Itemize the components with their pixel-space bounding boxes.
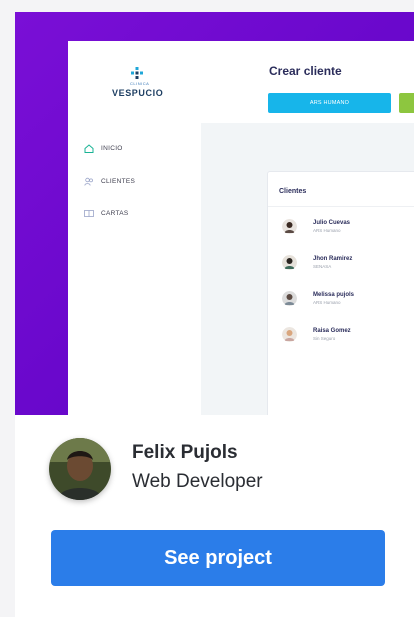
app-preview: CLINICA VESPUCIO INICIO CLIENTES CARTAS … <box>68 41 414 415</box>
divider <box>268 206 414 207</box>
client-name: Jhon Ramirez <box>313 256 353 262</box>
client-insurer: SENASA <box>313 264 332 269</box>
ars-humano-button[interactable]: ARS HUMANO <box>268 93 391 113</box>
clinic-logo-icon <box>131 67 143 79</box>
developer-role: Web Developer <box>132 471 263 492</box>
button-label: See project <box>164 546 272 569</box>
nav-item-cartas[interactable]: CARTAS <box>84 207 129 219</box>
cards-icon <box>84 209 94 217</box>
client-insurer: ARS Humano <box>313 228 341 233</box>
project-screenshot: CLINICA VESPUCIO INICIO CLIENTES CARTAS … <box>15 12 414 415</box>
nav-item-label: INICIO <box>101 144 123 152</box>
avatar <box>282 255 297 270</box>
green-button[interactable] <box>399 93 414 113</box>
avatar <box>282 219 297 234</box>
panel-title: Clientes <box>279 188 307 195</box>
button-label: ARS HUMANO <box>309 100 350 106</box>
clients-panel: Clientes Julio Cuevas ARS Humano Jhon Ra… <box>267 171 414 415</box>
page-title: Crear cliente <box>269 64 342 78</box>
project-card: CLINICA VESPUCIO INICIO CLIENTES CARTAS … <box>15 12 414 617</box>
logo-wordmark: VESPUCIO <box>112 88 164 98</box>
app-sidebar: CLINICA VESPUCIO INICIO CLIENTES CARTAS <box>68 41 201 415</box>
avatar <box>282 291 297 306</box>
developer-name: Felix Pujols <box>132 442 238 463</box>
client-name: Melissa pujols <box>313 292 355 298</box>
app-header: Crear cliente ARS HUMANO <box>201 41 414 123</box>
nav-item-label: CLIENTES <box>101 177 136 185</box>
see-project-button[interactable]: See project <box>51 530 385 586</box>
client-insurer: ARS Humano <box>313 300 341 305</box>
logo-subtitle: CLINICA <box>130 81 150 86</box>
users-icon <box>84 177 93 186</box>
home-icon <box>84 143 94 153</box>
developer-photo-icon <box>49 438 111 500</box>
developer-avatar <box>49 438 111 500</box>
client-name: Raisa Gomez <box>313 328 351 334</box>
nav-item-clientes[interactable]: CLIENTES <box>84 175 135 187</box>
client-name: Julio Cuevas <box>313 220 351 226</box>
nav-item-label: CARTAS <box>101 209 129 217</box>
avatar <box>282 327 297 342</box>
nav-item-inicio[interactable]: INICIO <box>84 142 123 154</box>
client-insurer: Sin Seguro <box>313 336 336 341</box>
